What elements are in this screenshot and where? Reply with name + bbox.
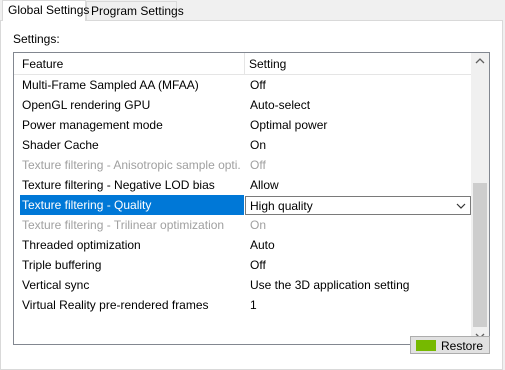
setting-cell: Use the 3D application setting xyxy=(250,278,410,292)
feature-cell: Shader Cache xyxy=(22,138,99,152)
table-row[interactable]: Multi-Frame Sampled AA (MFAA) Off xyxy=(14,75,471,95)
setting-cell: Allow xyxy=(250,178,279,192)
table-row[interactable]: Shader Cache On xyxy=(14,135,471,155)
feature-cell: Vertical sync xyxy=(22,278,90,292)
list-header: Feature Setting xyxy=(14,53,471,75)
header-separator[interactable] xyxy=(244,53,245,74)
vertical-scrollbar[interactable] xyxy=(471,53,489,344)
header-setting[interactable]: Setting xyxy=(249,57,286,71)
tab-global-settings[interactable]: Global Settings xyxy=(2,0,90,21)
chevron-down-icon[interactable] xyxy=(456,201,466,211)
restore-button[interactable]: Restore xyxy=(410,336,490,354)
tab-global-settings-label: Global Settings xyxy=(8,3,90,17)
feature-cell: Texture filtering - Quality xyxy=(22,198,152,212)
nvidia-logo-icon xyxy=(416,340,436,351)
table-row-disabled[interactable]: Texture filtering - Anisotropic sample o… xyxy=(14,155,471,175)
feature-cell: Threaded optimization xyxy=(22,238,141,252)
setting-cell: Auto-select xyxy=(250,98,311,112)
table-row[interactable]: Triple buffering Off xyxy=(14,255,471,275)
table-row[interactable]: Vertical sync Use the 3D application set… xyxy=(14,275,471,295)
feature-cell: Texture filtering - Negative LOD bias xyxy=(22,178,215,192)
list-rows: Multi-Frame Sampled AA (MFAA) Off OpenGL… xyxy=(14,75,471,315)
setting-cell: Optimal power xyxy=(250,118,328,132)
tab-strip: Global Settings Program Settings xyxy=(0,0,505,21)
feature-cell: Texture filtering - Trilinear optimizati… xyxy=(22,218,225,232)
scroll-up-arrow-icon[interactable] xyxy=(471,53,489,70)
table-row[interactable]: Texture filtering - Negative LOD bias Al… xyxy=(14,175,471,195)
setting-cell: Off xyxy=(250,78,266,92)
setting-dropdown[interactable]: High quality xyxy=(245,196,471,215)
table-row-selected[interactable]: Texture filtering - Quality High quality xyxy=(14,195,471,215)
table-row[interactable]: Virtual Reality pre-rendered frames 1 xyxy=(14,295,471,315)
table-row[interactable]: Threaded optimization Auto xyxy=(14,235,471,255)
table-row[interactable]: OpenGL rendering GPU Auto-select xyxy=(14,95,471,115)
setting-cell: On xyxy=(250,218,267,232)
settings-panel: Settings: Feature Setting Multi-Frame Sa… xyxy=(0,20,503,370)
setting-cell: 1 xyxy=(250,298,257,312)
header-feature[interactable]: Feature xyxy=(22,57,63,71)
settings-label: Settings: xyxy=(13,32,60,46)
feature-cell: Virtual Reality pre-rendered frames xyxy=(22,298,209,312)
settings-list: Feature Setting Multi-Frame Sampled AA (… xyxy=(13,52,490,345)
feature-cell: Triple buffering xyxy=(22,258,102,272)
dropdown-value: High quality xyxy=(250,199,313,213)
tab-program-settings[interactable]: Program Settings xyxy=(86,1,184,20)
setting-cell: Off xyxy=(250,258,266,272)
scrollbar-thumb[interactable] xyxy=(473,183,487,327)
setting-cell: Off xyxy=(250,158,266,172)
restore-button-label: Restore xyxy=(441,339,484,353)
setting-cell: Auto xyxy=(250,238,275,252)
tab-program-settings-label: Program Settings xyxy=(91,4,184,18)
feature-cell: Multi-Frame Sampled AA (MFAA) xyxy=(22,78,199,92)
table-row[interactable]: Power management mode Optimal power xyxy=(14,115,471,135)
feature-cell: Power management mode xyxy=(22,118,163,132)
setting-cell: On xyxy=(250,138,267,152)
feature-cell: Texture filtering - Anisotropic sample o… xyxy=(22,158,240,172)
feature-cell: OpenGL rendering GPU xyxy=(22,98,151,112)
table-row-disabled[interactable]: Texture filtering - Trilinear optimizati… xyxy=(14,215,471,235)
